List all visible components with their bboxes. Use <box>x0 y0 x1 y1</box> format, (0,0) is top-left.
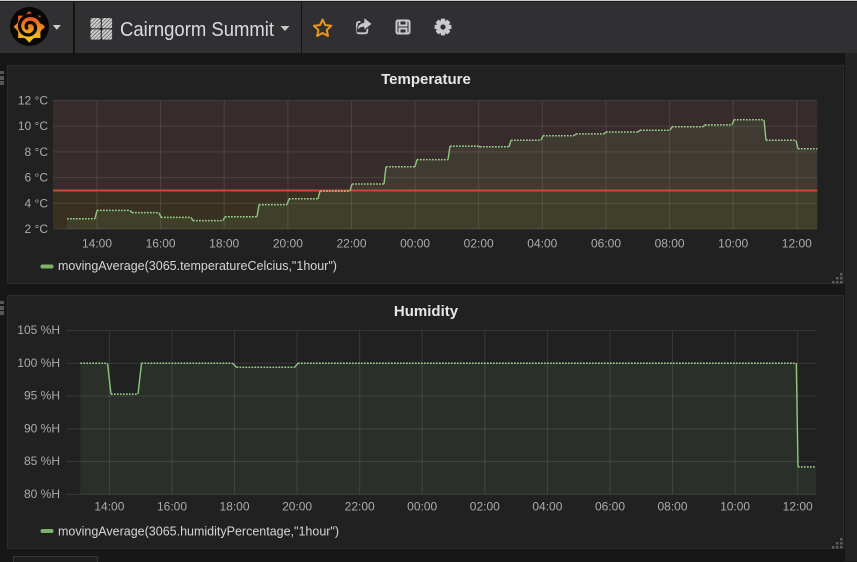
svg-text:8 °C: 8 °C <box>25 145 49 159</box>
svg-text:Cairngorm Summit: Cairngorm Summit <box>120 19 274 41</box>
svg-text:04:00: 04:00 <box>527 237 557 251</box>
svg-text:16:00: 16:00 <box>146 237 176 251</box>
svg-text:12:00: 12:00 <box>783 500 813 514</box>
svg-text:22:00: 22:00 <box>336 237 366 251</box>
svg-text:14:00: 14:00 <box>94 500 124 514</box>
svg-text:00:00: 00:00 <box>400 237 430 251</box>
svg-text:90 %H: 90 %H <box>24 422 60 436</box>
svg-text:12 °C: 12 °C <box>18 94 48 108</box>
svg-text:06:00: 06:00 <box>595 500 625 514</box>
svg-text:22:00: 22:00 <box>345 500 375 514</box>
svg-text:10:00: 10:00 <box>720 500 750 514</box>
svg-text:10:00: 10:00 <box>718 237 748 251</box>
svg-text:movingAverage(3065.temperature: movingAverage(3065.temperatureCelcius,"1… <box>58 259 337 273</box>
svg-text:100 %H: 100 %H <box>17 356 60 370</box>
svg-text:Humidity: Humidity <box>394 303 459 320</box>
svg-text:85 %H: 85 %H <box>24 454 60 468</box>
svg-text:4 °C: 4 °C <box>25 196 49 210</box>
svg-text:04:00: 04:00 <box>532 500 562 514</box>
svg-text:movingAverage(3065.humidityPer: movingAverage(3065.humidityPercentage,"1… <box>58 525 339 539</box>
svg-text:08:00: 08:00 <box>655 237 685 251</box>
svg-text:00:00: 00:00 <box>407 500 437 514</box>
svg-text:2 °C: 2 °C <box>25 222 49 236</box>
svg-text:20:00: 20:00 <box>282 500 312 514</box>
svg-text:08:00: 08:00 <box>657 500 687 514</box>
svg-text:12:00: 12:00 <box>782 237 812 251</box>
svg-text:80 %H: 80 %H <box>24 487 60 501</box>
svg-text:16:00: 16:00 <box>157 500 187 514</box>
svg-text:10 °C: 10 °C <box>18 119 48 133</box>
svg-text:18:00: 18:00 <box>219 500 249 514</box>
svg-text:95 %H: 95 %H <box>24 389 60 403</box>
svg-text:105 %H: 105 %H <box>17 323 60 337</box>
svg-text:02:00: 02:00 <box>470 500 500 514</box>
svg-text:Temperature: Temperature <box>381 71 471 88</box>
svg-text:06:00: 06:00 <box>591 237 621 251</box>
svg-text:02:00: 02:00 <box>464 237 494 251</box>
svg-text:18:00: 18:00 <box>209 237 239 251</box>
svg-text:14:00: 14:00 <box>82 237 112 251</box>
svg-text:6 °C: 6 °C <box>25 171 49 185</box>
svg-text:20:00: 20:00 <box>273 237 303 251</box>
